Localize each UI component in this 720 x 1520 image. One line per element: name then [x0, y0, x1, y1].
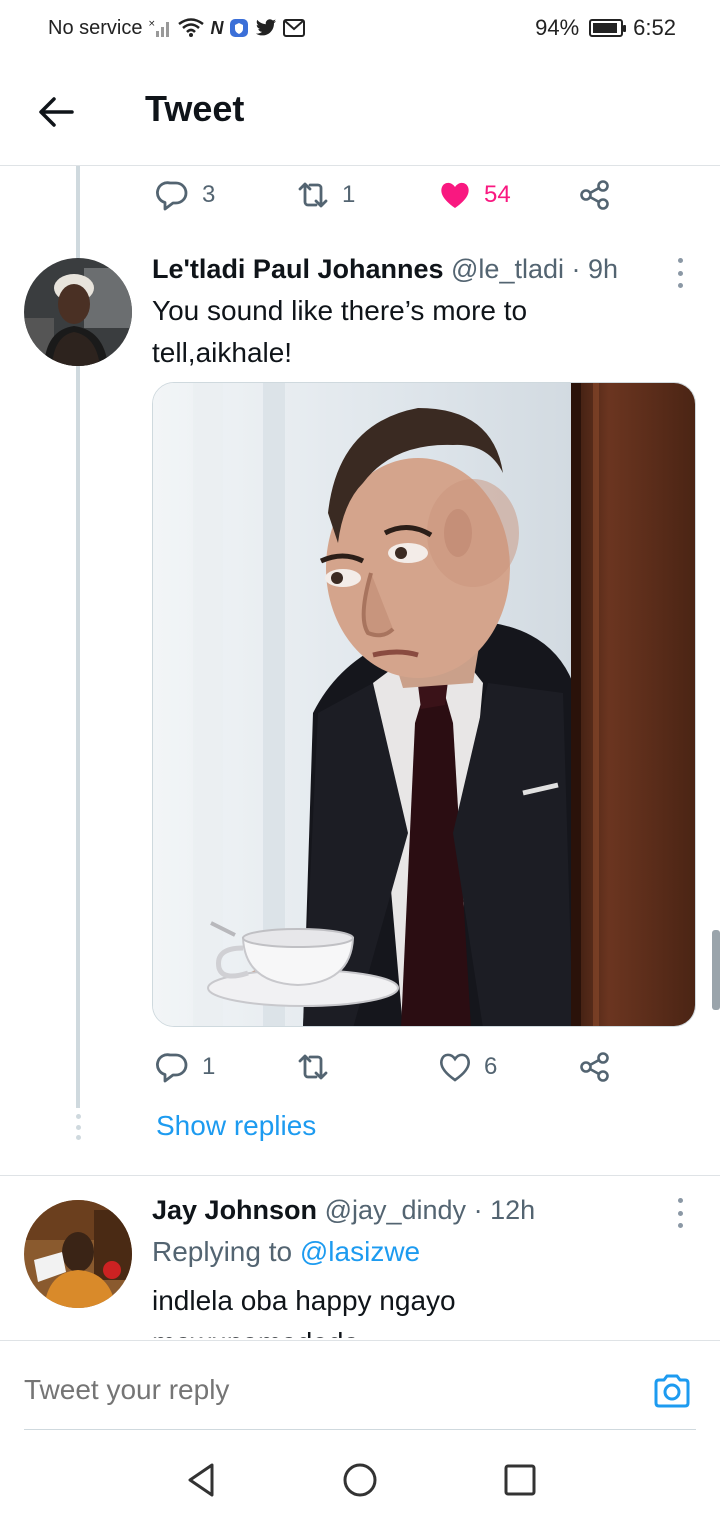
top-app-bar: Tweet	[0, 56, 720, 166]
nfc-icon: N	[210, 17, 224, 38]
status-bar: No service × N 94% 6:52	[0, 0, 720, 56]
replying-to: Replying to @lasizwe	[152, 1236, 420, 1268]
page-title: Tweet	[145, 88, 245, 129]
tweet-text: indlela oba happy ngayo mawunamadoda	[152, 1280, 456, 1338]
like-count: 6	[484, 1053, 498, 1080]
user-handle[interactable]: @le_tladi	[451, 254, 564, 284]
reply-icon	[156, 1053, 188, 1083]
twitter-app-icon	[255, 18, 277, 38]
replying-label: Replying to	[152, 1236, 293, 1267]
reply-count: 3	[202, 181, 216, 208]
battery-percent: 94%	[535, 15, 580, 40]
share-icon	[580, 180, 609, 210]
tweet-header: Jay Johnson @jay_dindy · 12h	[152, 1195, 535, 1226]
tweet-text-line: You sound like there’s more to	[152, 295, 528, 326]
gmail-icon	[283, 19, 306, 37]
battery-icon	[589, 19, 627, 37]
battery-fill	[593, 23, 618, 33]
tweet-text-line: indlela oba happy ngayo	[152, 1285, 456, 1316]
tweet-text: You sound like there’s more to tell,aikh…	[152, 290, 527, 374]
thread-continuation-icon	[74, 1114, 82, 1140]
shield-app-icon	[229, 18, 249, 38]
display-name[interactable]: Jay Johnson	[152, 1195, 317, 1225]
reply-icon	[156, 181, 188, 211]
like-button[interactable]: 54	[438, 178, 511, 212]
share-button[interactable]	[578, 1050, 612, 1084]
scrollbar[interactable]	[712, 930, 720, 1010]
reply-count: 1	[202, 1053, 216, 1080]
show-replies-link[interactable]: Show replies	[156, 1110, 316, 1142]
replying-handle[interactable]: @lasizwe	[300, 1236, 420, 1267]
svg-text:×: ×	[148, 19, 156, 29]
reply-composer	[0, 1340, 720, 1440]
retweet-count: 1	[342, 181, 356, 208]
retweet-button[interactable]: 1	[296, 178, 355, 212]
carrier-label: No service	[48, 16, 143, 39]
share-button[interactable]	[578, 178, 612, 212]
tweet-text-line: mawunamadoda	[152, 1322, 456, 1338]
tweet-time: · 12h	[473, 1195, 536, 1225]
clock: 6:52	[633, 15, 676, 40]
signal-off-icon: ×	[148, 17, 172, 39]
like-button[interactable]: 6	[438, 1050, 497, 1084]
more-options-icon[interactable]	[676, 1198, 684, 1228]
nav-recents-icon[interactable]	[500, 1460, 540, 1500]
heart-filled-icon	[441, 182, 469, 208]
tweet-text-line: tell,aikhale!	[152, 337, 293, 368]
arrow-left-icon[interactable]	[36, 92, 76, 132]
input-underline	[24, 1429, 696, 1430]
system-navigation-bar	[0, 1440, 720, 1520]
nav-back-icon[interactable]	[182, 1460, 222, 1500]
display-name[interactable]: Le'tladi Paul Johannes	[152, 254, 444, 284]
nav-home-icon[interactable]	[340, 1460, 380, 1500]
avatar-jay-johnson[interactable]	[24, 1200, 132, 1308]
retweet-button[interactable]	[296, 1050, 342, 1084]
tweet-media-image[interactable]	[152, 382, 696, 1027]
retweet-icon	[298, 1054, 328, 1080]
reply-button[interactable]: 3	[156, 178, 215, 212]
camera-icon[interactable]	[652, 1371, 692, 1411]
like-count: 54	[484, 181, 511, 208]
divider	[0, 1175, 720, 1176]
avatar-letladi[interactable]	[24, 258, 132, 366]
reply-input[interactable]	[24, 1365, 624, 1415]
retweet-icon	[298, 182, 328, 208]
share-icon	[580, 1052, 609, 1082]
tweet-header: Le'tladi Paul Johannes @le_tladi · 9h	[152, 254, 618, 285]
tweet-time: · 9h	[571, 254, 619, 284]
wifi-icon	[178, 18, 205, 38]
reply-button[interactable]: 1	[156, 1050, 215, 1084]
more-options-icon[interactable]	[676, 258, 684, 288]
user-handle[interactable]: @jay_dindy	[325, 1195, 467, 1225]
heart-icon	[440, 1053, 470, 1082]
